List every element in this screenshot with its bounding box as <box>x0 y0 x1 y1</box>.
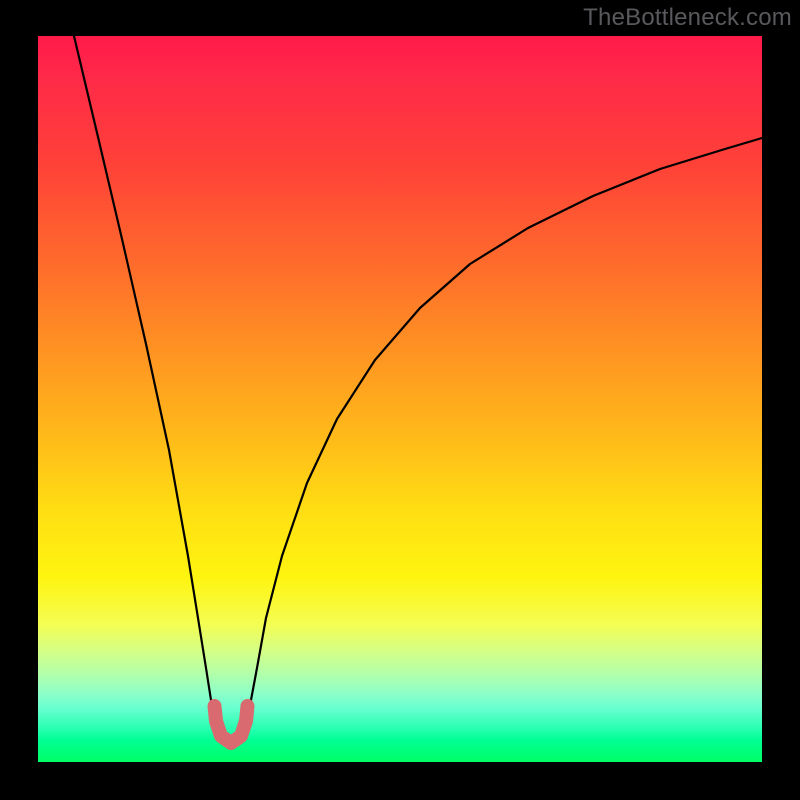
left-branch-curve <box>74 36 219 735</box>
chart-area <box>38 36 762 762</box>
chart-svg <box>38 36 762 762</box>
right-branch-curve <box>243 138 762 735</box>
minimum-marker <box>215 706 248 743</box>
watermark-text: TheBottleneck.com <box>583 4 792 32</box>
